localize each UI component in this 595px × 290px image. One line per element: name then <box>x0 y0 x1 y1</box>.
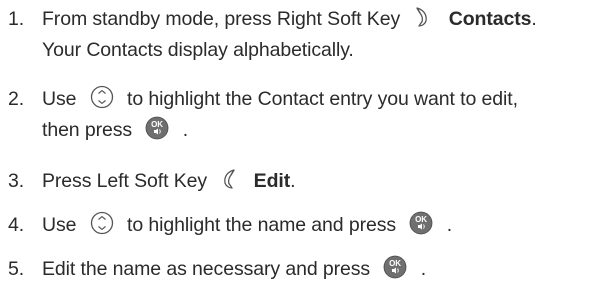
step-text-segment: . <box>446 214 453 236</box>
svg-text:OK: OK <box>415 215 427 224</box>
navigation-key-icon <box>90 211 114 235</box>
step-text: Edit the name as necessary and press OK … <box>42 254 426 285</box>
step-text-segment: Edit the name as necessary and press <box>42 258 371 280</box>
navigation-key-icon <box>90 85 114 109</box>
softkey-label: Contacts <box>448 8 532 30</box>
step-line: then press OK . <box>42 115 518 146</box>
svg-text:OK: OK <box>390 259 402 268</box>
step-line: From standby mode, press Right Soft Key … <box>42 4 537 35</box>
step-text: Use to highlight the name and press OK . <box>42 210 452 241</box>
step-line: Use to highlight the Contact entry you w… <box>42 84 518 115</box>
step-line: Your Contacts display alphabetically. <box>42 35 537 66</box>
left-soft-key-icon <box>222 168 236 190</box>
step-text-segment: . <box>290 170 296 192</box>
step-text-segment: Use <box>42 214 77 236</box>
step-text-segment: From standby mode, press Right Soft Key <box>42 8 401 30</box>
step-text-segment: to highlight the Contact entry you want … <box>127 88 518 110</box>
step-line: Press Left Soft Key Edit. <box>42 166 296 197</box>
step-line: Edit the name as necessary and press OK … <box>42 254 426 285</box>
step-text: From standby mode, press Right Soft Key … <box>42 4 537 66</box>
step-text-segment: . <box>420 258 427 280</box>
step-line: Use to highlight the name and press OK . <box>42 210 452 241</box>
step-text-segment: Use <box>42 88 77 110</box>
right-soft-key-icon <box>415 6 429 28</box>
step-text: Press Left Soft Key Edit. <box>42 166 296 197</box>
svg-text:OK: OK <box>151 120 163 129</box>
step-number: 4. <box>8 214 25 236</box>
step-text-segment: then press <box>42 119 133 141</box>
step-number: 2. <box>8 88 25 110</box>
step-text-segment: . <box>182 119 189 141</box>
step-number: 5. <box>8 258 25 280</box>
step-text: Use to highlight the Contact entry you w… <box>42 84 518 146</box>
step-text-segment: to highlight the name and press <box>127 214 397 236</box>
ok-key-icon: OK <box>383 255 407 279</box>
step-number: 1. <box>8 8 25 30</box>
step-text-segment: . <box>531 8 537 30</box>
step-text-segment: Press Left Soft Key <box>42 170 208 192</box>
step-number: 3. <box>8 170 25 192</box>
step-text-segment: Your Contacts display alphabetically. <box>42 39 354 61</box>
ok-key-icon: OK <box>409 211 433 235</box>
softkey-label: Edit <box>253 170 291 192</box>
ok-key-icon: OK <box>145 116 169 140</box>
